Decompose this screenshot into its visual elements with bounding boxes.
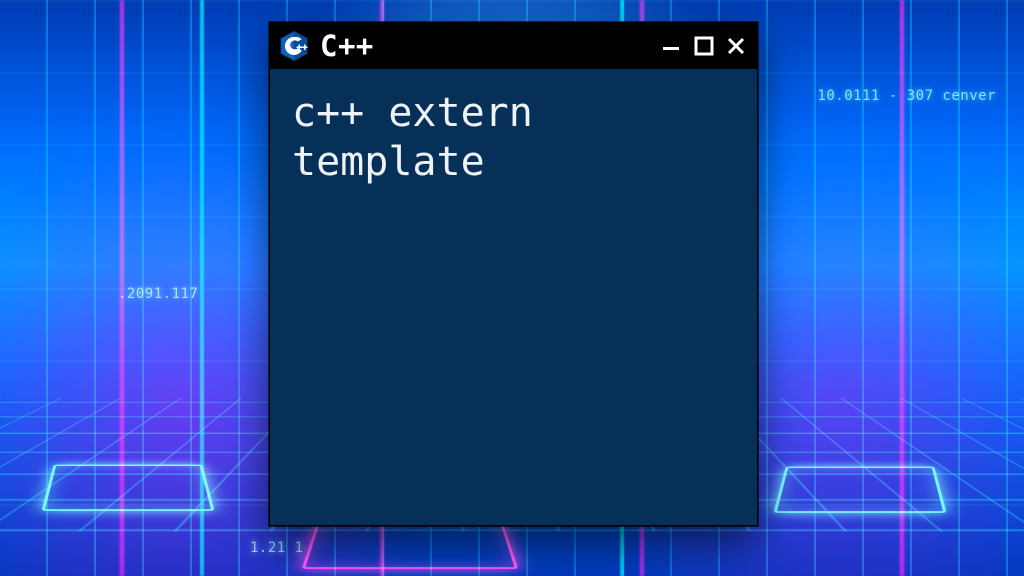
window-title: C++	[320, 29, 374, 63]
bg-floor-tile	[773, 467, 946, 513]
bg-floor-tile	[302, 523, 519, 569]
maximize-button[interactable]	[693, 35, 715, 57]
background-stage: 10.0111 - 307 cenver .2091.117 1.21 1	[0, 0, 1024, 576]
bg-decorative-text: 1.21 1	[250, 540, 304, 556]
minimize-button[interactable]	[661, 35, 683, 57]
titlebar[interactable]: C++	[270, 23, 757, 69]
bg-decorative-text: .2091.117	[118, 286, 198, 302]
close-button[interactable]	[725, 35, 747, 57]
terminal-content: c++ extern template	[270, 69, 757, 525]
terminal-window: C++	[269, 22, 758, 526]
bg-decorative-text: 10.0111 - 307 cenver	[817, 88, 996, 104]
bg-floor-tile	[41, 465, 214, 511]
window-controls	[661, 35, 747, 57]
cpp-logo-icon	[278, 30, 310, 62]
